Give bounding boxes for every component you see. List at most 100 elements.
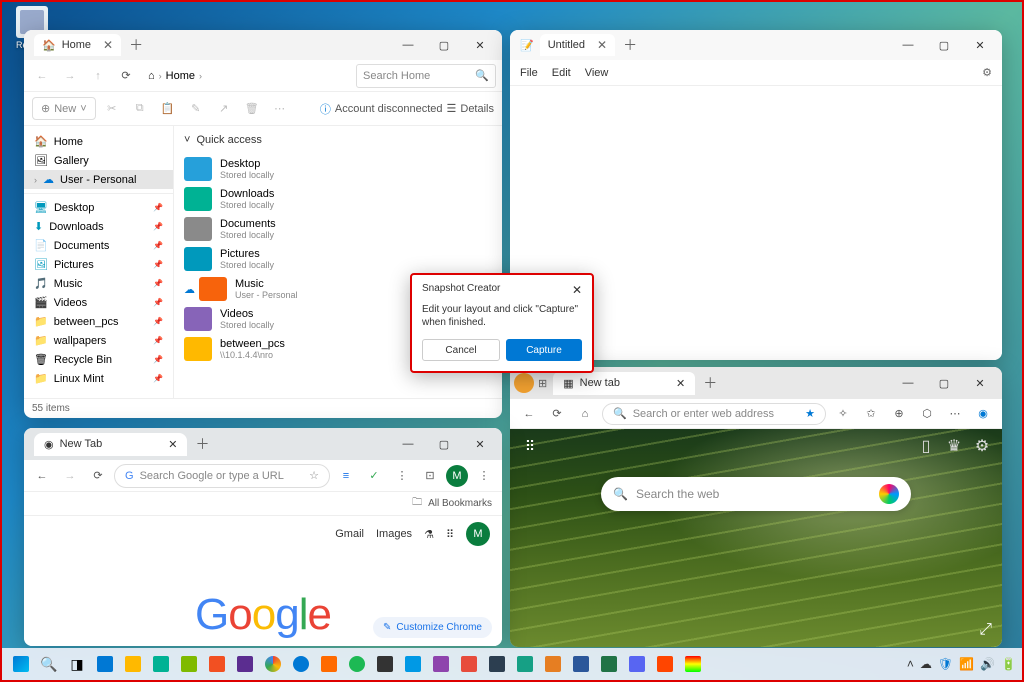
sidebar-item-desktop[interactable]: 🖥Desktop📌 [24, 198, 173, 217]
sidebar-item-videos[interactable]: 🎬Videos📌 [24, 293, 173, 312]
workspaces-icon[interactable]: ⊞ [538, 377, 547, 390]
taskbar-app[interactable] [344, 651, 370, 677]
taskbar-app[interactable] [512, 651, 538, 677]
copilot-icon[interactable] [879, 484, 899, 504]
up-button[interactable]: ↑ [86, 64, 110, 88]
settings-icon[interactable]: ⚙ [982, 66, 992, 79]
taskbar-app[interactable] [120, 651, 146, 677]
home-button[interactable]: ⌂ [574, 403, 596, 425]
close-tab-icon[interactable]: ✕ [597, 38, 607, 52]
rename-button[interactable]: ✎ [184, 97, 208, 121]
quick-item[interactable]: DocumentsStored locally [184, 214, 492, 244]
minimize-button[interactable]: — [390, 31, 426, 59]
cut-button[interactable]: ✂ [100, 97, 124, 121]
taskbar-app[interactable] [92, 651, 118, 677]
breadcrumb-item[interactable]: Home [166, 70, 195, 82]
battery-tray-icon[interactable]: 🔋 [1001, 657, 1016, 671]
extensions-icon[interactable]: ✧ [832, 403, 854, 425]
account-avatar[interactable]: M [466, 522, 490, 546]
apps-grid-icon[interactable]: ⠿ [446, 528, 454, 541]
maximize-button[interactable]: ▢ [926, 31, 962, 59]
taskbar-app[interactable] [204, 651, 230, 677]
web-search-input[interactable]: 🔍 Search the web [601, 477, 911, 511]
reading-list-icon[interactable]: ≡ [334, 464, 358, 488]
more-button[interactable]: ⋯ [944, 403, 966, 425]
chrome-tab[interactable]: ◉ New Tab ✕ [34, 433, 187, 456]
extensions-icon[interactable]: ⊡ [418, 464, 442, 488]
account-status[interactable]: ⓘ Account disconnected [320, 101, 443, 117]
minimize-button[interactable]: — [890, 31, 926, 59]
gmail-link[interactable]: Gmail [335, 528, 364, 540]
security-tray-icon[interactable]: 🛡 [938, 657, 953, 671]
close-tab-icon[interactable]: ✕ [676, 377, 685, 390]
more-button[interactable]: ⋮ [390, 464, 414, 488]
delete-button[interactable]: 🗑 [240, 97, 264, 121]
close-button[interactable]: ✕ [962, 369, 998, 397]
menu-file[interactable]: File [520, 67, 538, 79]
quick-item[interactable]: DownloadsStored locally [184, 184, 492, 214]
sidebar-item-documents[interactable]: 📄Documents📌 [24, 236, 173, 255]
close-tab-icon[interactable]: ✕ [168, 438, 177, 451]
notepad-tab[interactable]: Untitled ✕ [540, 34, 615, 56]
close-icon[interactable]: ✕ [572, 283, 582, 297]
forward-button[interactable]: → [58, 64, 82, 88]
refresh-button[interactable]: ⟳ [86, 464, 110, 488]
new-tab-button[interactable]: ＋ [129, 35, 143, 55]
capture-button[interactable]: Capture [506, 339, 582, 361]
sidebar-item-folder[interactable]: 📁Linux Mint📌 [24, 369, 173, 388]
browser-essentials-icon[interactable]: ⬡ [916, 403, 938, 425]
sidebar-item-onedrive[interactable]: ›☁User - Personal [24, 170, 173, 189]
tray-chevron-icon[interactable]: ˄ [907, 657, 914, 671]
collections-icon[interactable]: ⊕ [888, 403, 910, 425]
apps-grid-icon[interactable]: ⠿ [520, 436, 540, 456]
chrome-titlebar[interactable]: ◉ New Tab ✕ ＋ — ▢ ✕ [24, 428, 502, 460]
rewards-icon[interactable]: ♛ [944, 436, 964, 456]
sidebar-item-pictures[interactable]: 🖼Pictures📌 [24, 255, 173, 274]
task-view-button[interactable]: ◨ [64, 651, 90, 677]
profile-avatar[interactable] [514, 373, 534, 393]
refresh-button[interactable]: ⟳ [546, 403, 568, 425]
more-button[interactable]: ⋯ [268, 97, 292, 121]
paste-button[interactable]: 📋 [156, 97, 180, 121]
explorer-search-input[interactable]: Search Home 🔍 [356, 64, 496, 88]
new-button[interactable]: ⊕ New ˅ [32, 97, 96, 120]
menu-button[interactable]: ⋮ [472, 464, 496, 488]
maximize-button[interactable]: ▢ [426, 430, 462, 458]
close-tab-icon[interactable]: ✕ [103, 38, 113, 52]
breadcrumb[interactable]: ⌂ › Home › [142, 70, 352, 82]
system-tray[interactable]: ˄ ☁ 🛡 📶 🔊 🔋 [907, 657, 1016, 671]
taskbar-app[interactable] [148, 651, 174, 677]
omnibox[interactable]: G Search Google or type a URL ☆ [114, 464, 330, 488]
close-button[interactable]: ✕ [462, 31, 498, 59]
taskbar-app[interactable] [176, 651, 202, 677]
taskbar-app[interactable] [400, 651, 426, 677]
new-tab-button[interactable]: ＋ [623, 35, 637, 55]
back-button[interactable]: ← [30, 64, 54, 88]
minimize-button[interactable]: — [390, 430, 426, 458]
search-button[interactable]: 🔍 [36, 651, 62, 677]
explorer-titlebar[interactable]: 🏠 Home ✕ ＋ — ▢ ✕ [24, 30, 502, 60]
copy-button[interactable]: ⧉ [128, 97, 152, 121]
quick-item[interactable]: DesktopStored locally [184, 154, 492, 184]
minimize-button[interactable]: — [890, 369, 926, 397]
menu-view[interactable]: View [585, 67, 609, 79]
onedrive-tray-icon[interactable]: ☁ [920, 657, 932, 671]
taskbar-app[interactable] [596, 651, 622, 677]
extension-icon[interactable]: ✓ [362, 464, 386, 488]
cancel-button[interactable]: Cancel [422, 339, 500, 361]
favorite-icon[interactable]: ★ [805, 407, 815, 420]
favorites-icon[interactable]: ✩ [860, 403, 882, 425]
sidebar-item-gallery[interactable]: 🖼Gallery [24, 151, 173, 170]
taskbar-app[interactable] [540, 651, 566, 677]
settings-icon[interactable]: ⚙ [972, 436, 992, 456]
copilot-icon[interactable]: ◉ [972, 403, 994, 425]
address-bar[interactable]: 🔍 Search or enter web address ★ [602, 403, 826, 425]
sidebar-item-music[interactable]: 🎵Music📌 [24, 274, 173, 293]
customize-chrome-button[interactable]: ✎ Customize Chrome [373, 617, 492, 638]
mobile-icon[interactable]: ▯ [916, 436, 936, 456]
taskbar-app[interactable] [260, 651, 286, 677]
start-button[interactable] [8, 651, 34, 677]
taskbar-app[interactable] [680, 651, 706, 677]
edge-tab[interactable]: ▦ New tab ✕ [553, 372, 695, 395]
taskbar-app[interactable] [428, 651, 454, 677]
